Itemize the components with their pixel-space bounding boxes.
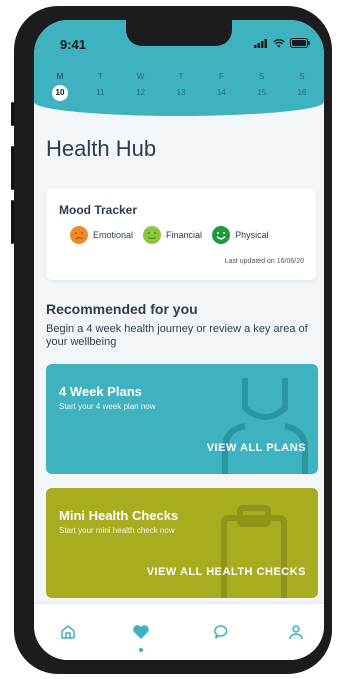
day-letter: W [136, 72, 145, 81]
calendar-day[interactable]: W 12 [127, 72, 155, 101]
battery-icon [290, 38, 310, 48]
nav-home[interactable] [56, 620, 80, 644]
plans-card-subtitle: Start your 4 week plan now [59, 402, 156, 411]
calendar-day[interactable]: F 14 [207, 72, 235, 101]
day-letter: F [218, 72, 224, 81]
view-all-health-checks-link[interactable]: VIEW ALL HEALTH CHECKS [147, 566, 306, 578]
nav-profile[interactable] [284, 620, 308, 644]
page-title: Health Hub [46, 136, 157, 161]
mood-tracker-title: Mood Tracker [59, 203, 138, 217]
day-date: 12 [136, 88, 146, 97]
day-date: 10 [52, 85, 68, 101]
day-letter: M [56, 72, 64, 81]
phone-notch [126, 20, 232, 46]
silent-switch [11, 102, 14, 126]
checks-card-subtitle: Start your mini health check now [59, 526, 175, 535]
mood-label: Financial [166, 230, 203, 240]
clipboard-icon [221, 505, 287, 598]
mood-label: Emotional [93, 230, 134, 240]
heart-icon [133, 625, 149, 639]
person-outline-icon [222, 378, 308, 474]
wifi-icon [273, 38, 285, 47]
volume-down-button [11, 200, 14, 244]
sad-face-icon [70, 226, 88, 244]
four-week-plans-card[interactable]: 4 Week Plans Start your 4 week plan now … [46, 364, 318, 474]
day-letter: S [299, 72, 305, 81]
calendar-day[interactable]: T 11 [86, 72, 114, 101]
day-date: 14 [216, 88, 226, 97]
last-updated-text: Last updated on 16/06/20 [224, 258, 304, 265]
day-date: 11 [96, 88, 105, 97]
status-icons [254, 38, 310, 48]
chat-icon [214, 625, 228, 639]
mood-physical[interactable]: Physical [212, 226, 269, 244]
week-strip: M 10 T 11 W 12 T 13 F 14 S 15 S 16 [46, 72, 316, 101]
calendar-day[interactable]: M 10 [46, 72, 74, 101]
plans-card-title: 4 Week Plans [59, 384, 142, 399]
calendar-day[interactable]: S 15 [248, 72, 276, 101]
app-screen: 9:41 M 10 T 11 W 12 T 13 F 14 S 15 S 16 Health Hub [34, 20, 324, 660]
recommended-subtitle: Begin a 4 week health journey or review … [46, 323, 308, 348]
day-date: 13 [176, 88, 186, 97]
volume-up-button [11, 146, 14, 190]
home-icon [61, 625, 75, 639]
mood-financial[interactable]: Financial [143, 226, 202, 244]
day-date: 15 [257, 88, 267, 97]
day-date: 16 [297, 88, 307, 97]
calendar-day[interactable]: T 13 [167, 72, 195, 101]
signal-icon [254, 38, 267, 48]
bottom-navigation [34, 604, 324, 660]
nav-health[interactable] [129, 620, 153, 644]
view-all-plans-link[interactable]: VIEW ALL PLANS [207, 442, 306, 454]
mood-list: Emotional Financial Physical [70, 226, 269, 244]
neutral-face-icon [143, 226, 162, 244]
checks-card-title: Mini Health Checks [59, 508, 179, 523]
nav-chat[interactable] [209, 620, 233, 644]
day-letter: T [97, 72, 103, 81]
day-letter: S [258, 72, 265, 81]
happy-face-icon [212, 226, 231, 244]
status-time: 9:41 [60, 37, 87, 52]
profile-icon [289, 625, 303, 640]
mood-emotional[interactable]: Emotional [70, 226, 133, 244]
day-letter: T [178, 72, 184, 81]
recommended-title: Recommended for you [46, 301, 198, 317]
calendar-day[interactable]: S 16 [288, 72, 316, 101]
mood-label: Physical [235, 230, 269, 240]
mood-tracker-card[interactable]: Mood Tracker Emotional Financial Physica… [46, 188, 316, 280]
mini-health-checks-card[interactable]: Mini Health Checks Start your mini healt… [46, 488, 318, 598]
active-nav-indicator [139, 648, 143, 652]
